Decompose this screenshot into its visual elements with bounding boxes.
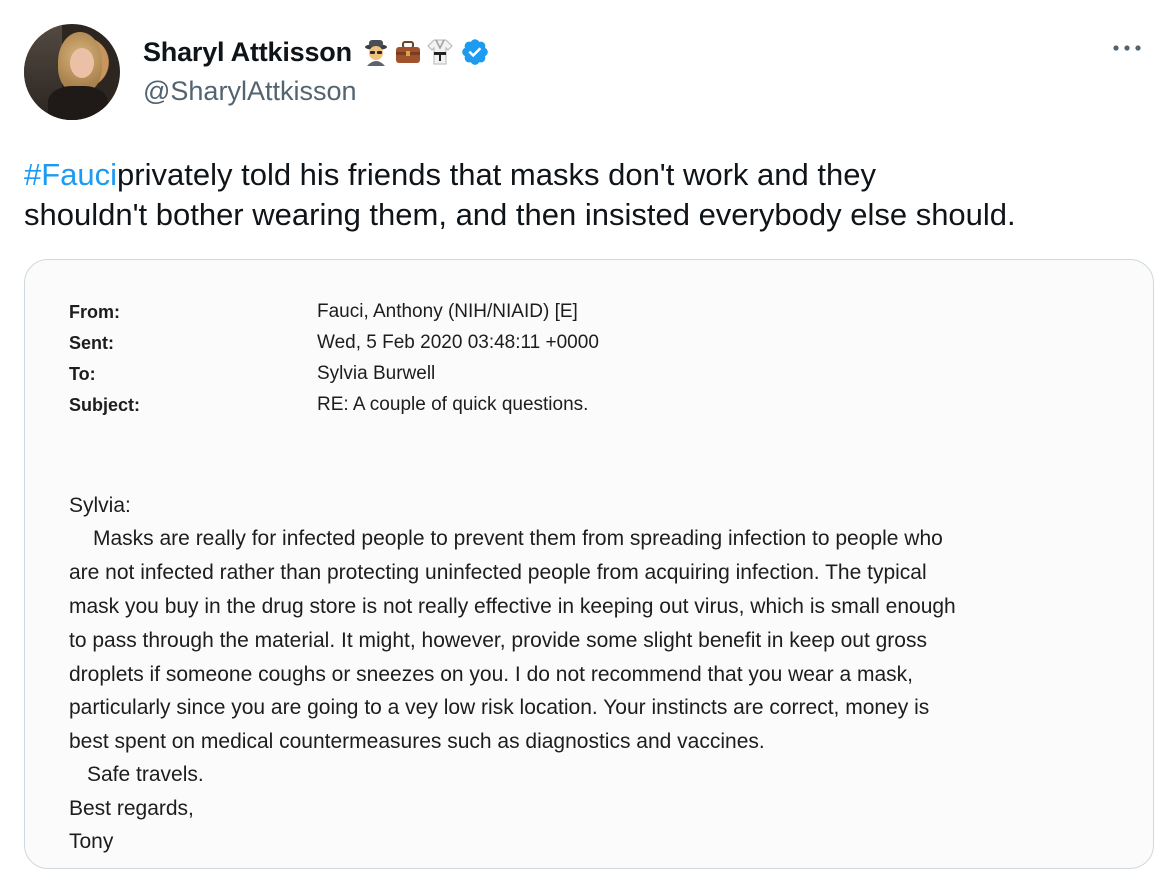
email-header-value: Fauci, Anthony (NIH/NIAID) [E] — [317, 301, 578, 322]
author-name[interactable]: Sharyl Attkisson — [143, 37, 352, 68]
email-header-value: Wed, 5 Feb 2020 03:48:11 +0000 — [317, 332, 599, 353]
email-body-line: Masks are really for infected people to … — [93, 527, 943, 550]
email-body-line: Sylvia: — [69, 494, 131, 517]
email-header-label: Sent: — [69, 333, 114, 353]
email-body-line: droplets if someone coughs or sneezes on… — [69, 663, 913, 686]
email-body-line: Tony — [69, 830, 114, 853]
tweet-text: #Fauciprivately told his friends that ma… — [24, 155, 1144, 235]
email-header-value: Sylvia Burwell — [317, 363, 436, 384]
martial-arts-uniform-icon — [427, 39, 453, 65]
email-body-line: Safe travels. — [87, 763, 204, 786]
email-header-value: RE: A couple of quick questions. — [317, 394, 589, 415]
attached-image[interactable]: From: Fauci, Anthony (NIH/NIAID) [E] Sen… — [24, 259, 1154, 869]
email-body-line: particularly since you are going to a ve… — [69, 696, 930, 719]
email-body-line: mask you buy in the drug store is not re… — [69, 595, 956, 618]
email-header-label: From: — [69, 302, 120, 322]
more-options-icon[interactable] — [1110, 38, 1144, 58]
email-body-line: best spent on medical countermeasures su… — [69, 730, 765, 753]
detective-emoji-icon — [364, 40, 387, 66]
verified-badge-icon[interactable] — [460, 37, 490, 67]
email-header-label: To: — [69, 364, 96, 384]
briefcase-icon — [395, 41, 420, 63]
author-avatar[interactable] — [24, 24, 120, 120]
tweet-text-line2: shouldn't bother wearing them, and then … — [24, 197, 1016, 232]
author-handle[interactable]: @SharylAttkisson — [143, 76, 356, 107]
tweet-text-line1: privately told his friends that masks do… — [117, 157, 876, 192]
hashtag-link[interactable]: #Fauci — [24, 157, 117, 192]
email-header-label: Subject: — [69, 395, 141, 415]
author-name-row: Sharyl Attkisson — [143, 34, 490, 70]
email-body-line: are not infected rather than protecting … — [69, 561, 927, 584]
email-body-line: Best regards, — [69, 797, 194, 820]
email-body-line: to pass through the material. It might, … — [69, 629, 927, 652]
